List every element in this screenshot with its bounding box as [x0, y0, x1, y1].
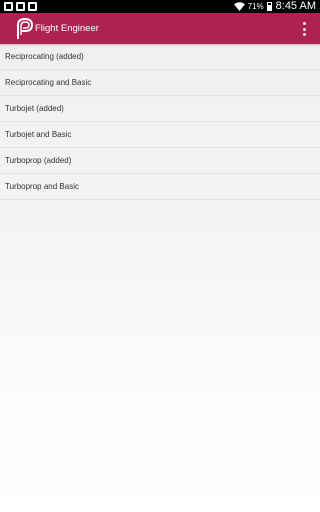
- photo-icon: [28, 2, 37, 11]
- flight-engineer-logo-icon[interactable]: [14, 17, 34, 40]
- list-item[interactable]: Turbojet and Basic: [0, 122, 320, 148]
- battery-icon: [266, 2, 272, 11]
- app-title: Flight Engineer: [35, 23, 99, 34]
- list-item[interactable]: Reciprocating (added): [0, 44, 320, 70]
- list-item[interactable]: Turboprop (added): [0, 148, 320, 174]
- list-item[interactable]: Reciprocating and Basic: [0, 70, 320, 96]
- more-vert-icon[interactable]: [301, 22, 307, 36]
- status-bar: 71% 8:45 AM: [0, 0, 320, 13]
- app-bar: Flight Engineer: [0, 13, 320, 44]
- battery-percent: 71%: [247, 2, 264, 11]
- list-item[interactable]: Turbojet (added): [0, 96, 320, 122]
- status-indicators: 71% 8:45 AM: [233, 0, 316, 13]
- clock: 8:45 AM: [275, 0, 316, 12]
- engine-type-list: Reciprocating (added) Reciprocating and …: [0, 44, 320, 200]
- wifi-icon: [233, 2, 245, 11]
- notification-icons: [4, 2, 37, 11]
- list-item[interactable]: Turboprop and Basic: [0, 174, 320, 200]
- store-icon: [16, 2, 25, 11]
- image-icon: [4, 2, 13, 11]
